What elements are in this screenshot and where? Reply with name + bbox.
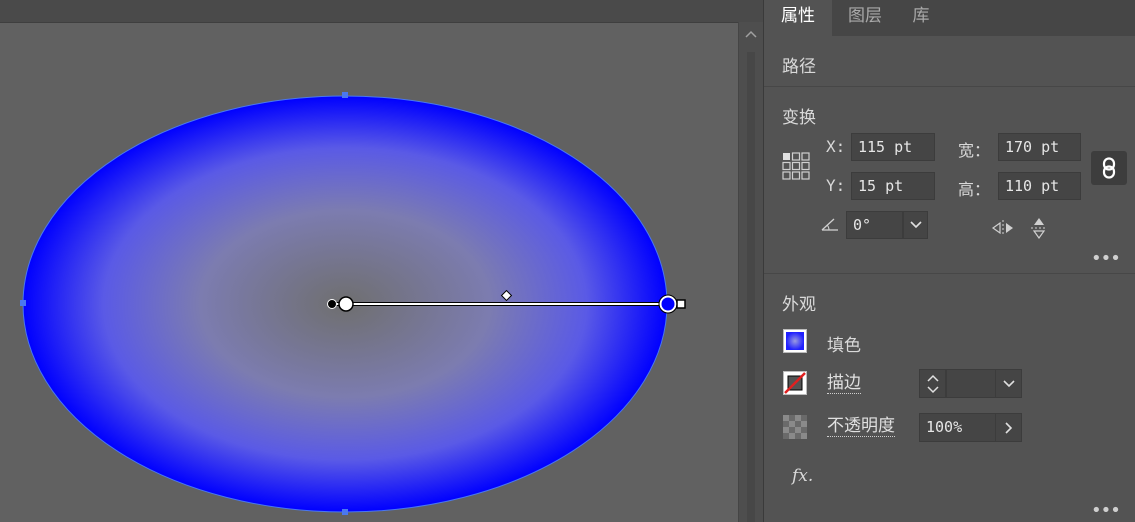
scroll-up-icon[interactable]: [739, 24, 763, 44]
rotation-input[interactable]: 0°: [846, 211, 903, 239]
rotate-angle-icon: [818, 212, 842, 236]
opacity-expand-chevron-icon[interactable]: [995, 413, 1022, 442]
panel-tab-bar: 属性 图层 库: [764, 0, 1135, 36]
anchor-point-bottom[interactable]: [342, 509, 348, 515]
x-input[interactable]: 115 pt: [851, 133, 935, 161]
more-options-icon[interactable]: •••: [1091, 248, 1121, 269]
artboard-canvas[interactable]: [0, 0, 738, 522]
anchor-point-top[interactable]: [342, 92, 348, 98]
opacity-checker-icon: [782, 414, 808, 440]
top-strip: [738, 0, 763, 22]
stroke-weight-stepper-icon[interactable]: [919, 369, 946, 398]
more-appearance-options-icon[interactable]: •••: [1091, 500, 1121, 521]
height-label: 高：: [958, 180, 991, 199]
tab-layers[interactable]: 图层: [832, 0, 898, 36]
reference-point-icon[interactable]: [780, 150, 812, 182]
y-input[interactable]: 15 pt: [851, 172, 935, 200]
gradient-end-stop[interactable]: [659, 295, 677, 313]
rotation-dropdown-chevron-icon[interactable]: [903, 211, 928, 239]
vertical-scrollbar[interactable]: [738, 22, 763, 522]
stroke-label[interactable]: 描边: [827, 373, 861, 394]
y-label: Y:: [826, 176, 846, 195]
gradient-end-handle[interactable]: [676, 299, 686, 309]
section-appearance-title: 外观: [782, 295, 816, 315]
divider: [764, 273, 1135, 274]
height-input[interactable]: 110 pt: [998, 172, 1081, 200]
properties-panel: 属性 图层 库 路径 变换 X: 115 pt Y: 15 pt 宽： 170 …: [763, 0, 1135, 522]
gradient-start-stop[interactable]: [338, 296, 354, 312]
fill-label: 填色: [827, 336, 861, 356]
opacity-input[interactable]: 100%: [919, 413, 996, 442]
flip-vertical-icon[interactable]: [1026, 216, 1052, 240]
divider: [764, 86, 1135, 87]
scrollbar-track[interactable]: [747, 52, 755, 522]
width-label: 宽：: [958, 141, 991, 160]
width-input[interactable]: 170 pt: [998, 133, 1081, 161]
stroke-swatch-icon[interactable]: [782, 370, 808, 396]
section-path-title: 路径: [782, 57, 816, 77]
flip-horizontal-icon[interactable]: [990, 216, 1016, 240]
x-label: X:: [826, 137, 846, 156]
link-proportions-icon[interactable]: [1091, 151, 1127, 185]
canvas-drawing[interactable]: [0, 0, 738, 522]
fill-swatch-icon[interactable]: [782, 328, 808, 354]
opacity-label[interactable]: 不透明度: [827, 416, 895, 437]
tab-libraries[interactable]: 库: [898, 0, 944, 36]
stroke-weight-chevron-icon[interactable]: [995, 369, 1022, 398]
anchor-point-left[interactable]: [20, 300, 26, 306]
section-transform-title: 变换: [782, 108, 816, 128]
gradient-origin-dot[interactable]: [327, 299, 337, 309]
tab-properties[interactable]: 属性: [764, 0, 832, 36]
stroke-weight-input[interactable]: [946, 369, 996, 398]
fx-effects-icon[interactable]: fx.: [792, 466, 813, 486]
